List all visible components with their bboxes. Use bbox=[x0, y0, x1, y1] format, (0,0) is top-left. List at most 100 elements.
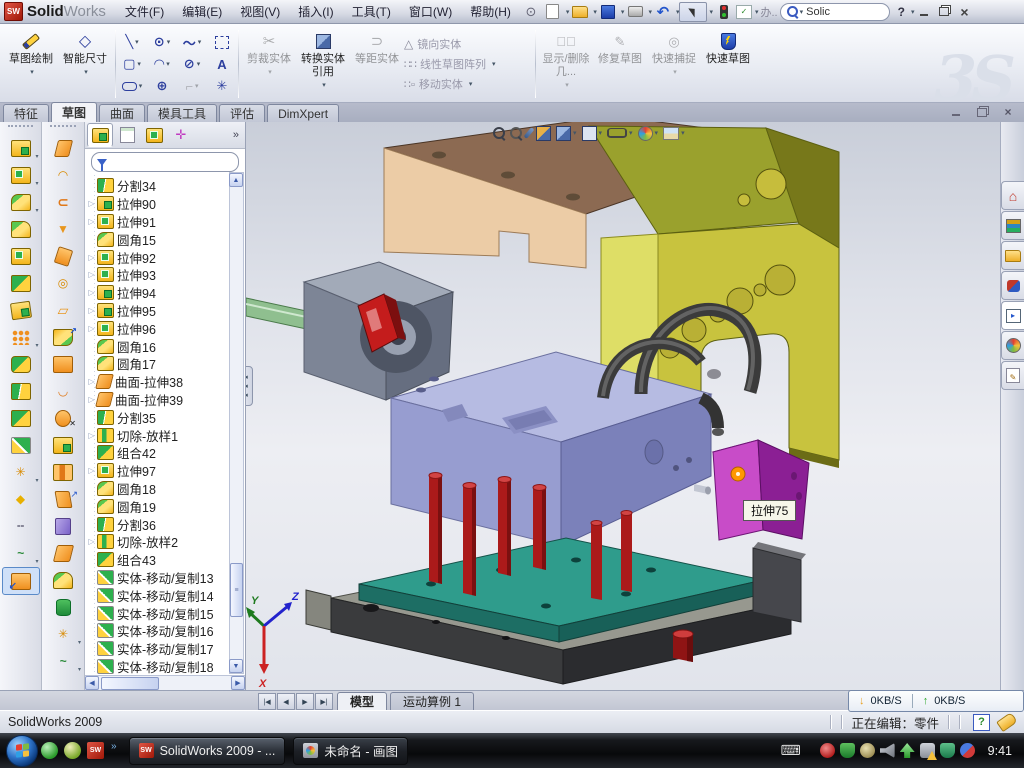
tab-evaluate[interactable]: 评估 bbox=[219, 104, 265, 122]
zoom-fit-button[interactable] bbox=[493, 127, 505, 139]
line-tool[interactable]: ╲▾ bbox=[119, 33, 145, 51]
toolbar-button[interactable]: ⊂ bbox=[45, 189, 81, 215]
network-speed-widget[interactable]: ↓ 0KB/S ↑ 0KB/S bbox=[848, 690, 1024, 712]
sketch-button[interactable]: 草图绘制▾ bbox=[4, 26, 58, 102]
toolbar-overflow[interactable]: 办.. bbox=[761, 4, 778, 20]
toolbar-button-active[interactable]: ↙ bbox=[2, 567, 40, 595]
mirror-entities-button[interactable]: △ 镜向实体 bbox=[404, 36, 532, 52]
point-tool[interactable]: ✳ bbox=[209, 77, 235, 95]
view-palette-tab[interactable]: ▸ bbox=[1001, 301, 1024, 330]
toolbar-button[interactable]: ~▾ bbox=[45, 648, 81, 674]
toolbar-button[interactable] bbox=[3, 270, 39, 296]
toolbar-button[interactable]: ✕ bbox=[45, 405, 81, 431]
section-view-button[interactable] bbox=[536, 126, 551, 141]
edit-appearance-button[interactable]: ▾ bbox=[638, 126, 659, 141]
trim-entities-button[interactable]: ✂ 剪裁实体▾ bbox=[242, 26, 296, 102]
design-library-tab[interactable] bbox=[1001, 211, 1024, 240]
tree-item[interactable]: ▷拉伸95 bbox=[87, 302, 245, 320]
toolbar-button[interactable] bbox=[45, 135, 81, 161]
network-warning-icon[interactable] bbox=[920, 743, 935, 758]
start-button[interactable] bbox=[6, 735, 38, 767]
quicklaunch-solidworks-icon[interactable]: SW bbox=[87, 742, 104, 759]
minimize-button[interactable] bbox=[914, 4, 934, 20]
quicklaunch-messenger-icon[interactable] bbox=[41, 742, 58, 759]
rectangle-tool[interactable]: ▢▾ bbox=[119, 55, 145, 73]
tree-item[interactable]: 组合42 bbox=[87, 444, 245, 462]
tree-item[interactable]: ▷切除-放样2 bbox=[87, 533, 245, 551]
tree-item[interactable]: ▷曲面-拉伸38 bbox=[87, 373, 245, 391]
view-orientation-button[interactable]: ▾ bbox=[556, 126, 577, 141]
toolbar-button[interactable]: ▾ bbox=[3, 324, 39, 350]
new-document-button[interactable] bbox=[543, 3, 563, 21]
tab-features[interactable]: 特征 bbox=[3, 104, 49, 122]
user-switch-icon[interactable] bbox=[960, 743, 975, 758]
apply-scene-button[interactable]: ▾ bbox=[663, 127, 685, 140]
file-explorer-tab[interactable] bbox=[1001, 241, 1024, 270]
toolbar-button[interactable] bbox=[45, 351, 81, 377]
tree-item[interactable]: 圆角17 bbox=[87, 355, 245, 373]
toolbar-button[interactable]: ▾ bbox=[3, 189, 39, 215]
toolbar-button[interactable] bbox=[3, 405, 39, 431]
toolbar-button[interactable] bbox=[45, 567, 81, 593]
display-delete-relations-button[interactable]: ◎⃠ 显示/删除几...▾ bbox=[539, 26, 593, 102]
custom-properties-tab[interactable]: ✎ bbox=[1001, 361, 1024, 390]
toolbar-button[interactable]: ◡ bbox=[45, 378, 81, 404]
quicklaunch-overflow-chevron[interactable]: » bbox=[111, 741, 117, 752]
hide-show-items-button[interactable]: ▾ bbox=[607, 128, 633, 138]
open-button[interactable] bbox=[570, 3, 590, 21]
tree-vertical-scrollbar[interactable]: ▲ ≡ ▼ bbox=[229, 172, 244, 674]
taskbar-window-paint[interactable]: 未命名 - 画图 bbox=[293, 737, 408, 765]
options-button[interactable]: ✓ bbox=[736, 5, 752, 19]
search-dropdown[interactable]: ▾ bbox=[800, 8, 804, 16]
circle-tool[interactable]: ⊙▾ bbox=[149, 33, 175, 51]
print-dropdown[interactable]: ▾ bbox=[648, 8, 652, 16]
menu-window[interactable]: 窗口(W) bbox=[400, 0, 461, 23]
select-dropdown[interactable]: ▾ bbox=[709, 8, 713, 16]
menu-help[interactable]: 帮助(H) bbox=[461, 0, 520, 23]
tree-item[interactable]: ▷曲面-拉伸39 bbox=[87, 391, 245, 409]
tree-item[interactable]: 实体-移动/复制15 bbox=[87, 604, 245, 622]
zoom-to-area-button[interactable] bbox=[510, 127, 522, 139]
tab-dimxpert[interactable]: DimXpert bbox=[267, 104, 339, 122]
next-tab-button[interactable]: ▶ bbox=[296, 693, 314, 710]
toolbar-button[interactable]: ↗ bbox=[45, 486, 81, 512]
new-dropdown[interactable]: ▾ bbox=[566, 8, 570, 16]
doc-minimize-button[interactable] bbox=[946, 105, 966, 119]
slot-tool[interactable]: ▾ bbox=[119, 77, 145, 95]
graphics-area[interactable]: Y Z X ▾ ▾ ▾ ▾ ▾ 拉伸75 ◂◂◂ bbox=[246, 122, 1000, 690]
tree-item[interactable]: ▷拉伸94 bbox=[87, 284, 245, 302]
tree-item[interactable]: 分割34 bbox=[87, 177, 245, 195]
convert-entities-button[interactable]: 转换实体引用▾ bbox=[296, 26, 350, 102]
toolbar-button[interactable] bbox=[45, 432, 81, 458]
sketch-text-tool[interactable]: A bbox=[209, 55, 235, 73]
zoom-to-selection-button[interactable] bbox=[527, 127, 531, 139]
rebuild-button[interactable] bbox=[714, 3, 734, 21]
restore-button[interactable] bbox=[934, 4, 954, 20]
select-region-tool[interactable] bbox=[209, 33, 235, 51]
solidworks-resources-tab[interactable] bbox=[1001, 271, 1024, 300]
toolbar-button[interactable]: ▱ bbox=[45, 297, 81, 323]
scroll-down-arrow[interactable]: ▼ bbox=[229, 659, 243, 673]
tree-item[interactable]: ▷拉伸93 bbox=[87, 266, 245, 284]
toolbar-button[interactable] bbox=[3, 243, 39, 269]
update-icon[interactable] bbox=[900, 743, 915, 758]
first-tab-button[interactable]: |◀ bbox=[258, 693, 276, 710]
search-box[interactable]: ▾ Solic bbox=[780, 3, 890, 21]
toolbar-button[interactable] bbox=[45, 459, 81, 485]
print-button[interactable] bbox=[625, 3, 645, 21]
antivirus-icon[interactable] bbox=[840, 743, 855, 758]
linear-pattern-button[interactable]: ∷∷ 线性草图阵列▾ bbox=[404, 56, 532, 72]
open-dropdown[interactable]: ▾ bbox=[593, 8, 597, 16]
tree-item[interactable]: ▷拉伸90 bbox=[87, 195, 245, 213]
tree-item[interactable]: ▷拉伸91 bbox=[87, 213, 245, 231]
protection-icon[interactable] bbox=[940, 743, 955, 758]
close-button[interactable]: × bbox=[954, 4, 974, 20]
smart-dimension-button[interactable]: ◇ 智能尺寸▾ bbox=[58, 26, 112, 102]
repair-sketch-button[interactable]: ✎ 修复草图 bbox=[593, 26, 647, 102]
tree-item[interactable]: ▷拉伸92 bbox=[87, 248, 245, 266]
tree-item[interactable]: ▷切除-放样1 bbox=[87, 426, 245, 444]
panel-expand-chevron[interactable]: » bbox=[233, 129, 243, 141]
tree-horizontal-scrollbar[interactable]: ◀ ▶ bbox=[85, 675, 245, 690]
scroll-thumb[interactable]: ≡ bbox=[230, 563, 243, 617]
tree-item[interactable]: 实体-移动/复制16 bbox=[87, 622, 245, 640]
